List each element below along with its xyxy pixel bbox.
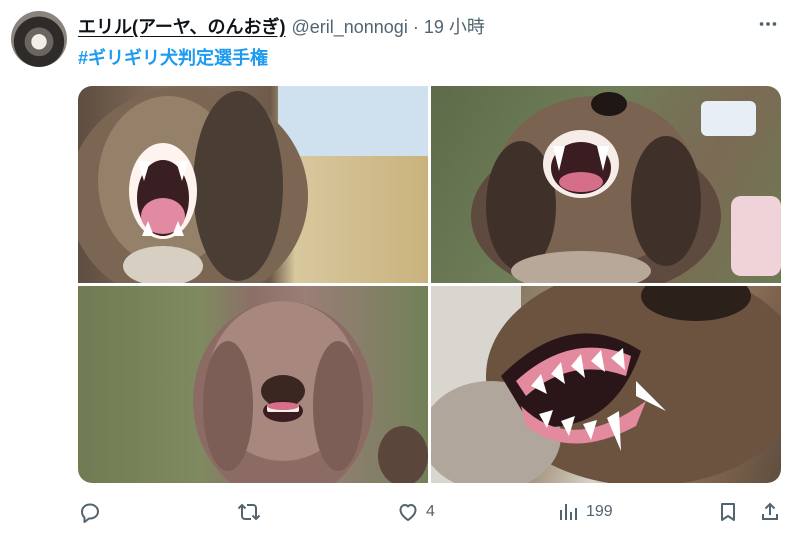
retweet-icon [237,503,261,521]
views-icon [560,504,577,520]
separator: · [412,17,419,37]
views-button[interactable]: 199 [556,500,613,524]
dog-photo-2 [471,92,781,283]
bookmark-icon [721,503,735,521]
like-count: 4 [426,503,435,520]
more-button[interactable] [752,8,784,40]
share-icon [762,502,778,520]
hashtag-link[interactable]: #ギリギリ犬判定選手権 [78,44,268,70]
photo-4[interactable] [431,286,781,483]
display-name[interactable]: エリル(アーヤ、のんおぎ) [78,13,285,39]
dog-photo-1 [78,86,428,283]
share-button[interactable] [758,500,782,524]
dog-photo-4 [431,286,781,483]
photo-3[interactable] [78,286,428,483]
bookmark-button[interactable] [716,500,740,524]
media-grid [78,86,781,483]
timestamp[interactable]: 19 小時 [424,13,485,39]
more-icon [759,22,777,26]
photo-2[interactable] [431,86,781,283]
view-count: 199 [586,503,613,520]
like-icon [399,504,417,521]
photo-1[interactable] [78,86,428,283]
dog-photo-3 [193,301,428,483]
action-bar: 4 199 [78,500,788,528]
handle[interactable]: @eril_nonnogi [291,17,407,38]
tweet-header: エリル(アーヤ、のんおぎ) @eril_nonnogi · 19 小時 [78,13,485,39]
reply-icon [81,503,99,523]
retweet-button[interactable] [236,500,262,524]
reply-button[interactable] [78,500,102,524]
avatar[interactable] [11,11,67,67]
like-button[interactable]: 4 [396,500,435,524]
